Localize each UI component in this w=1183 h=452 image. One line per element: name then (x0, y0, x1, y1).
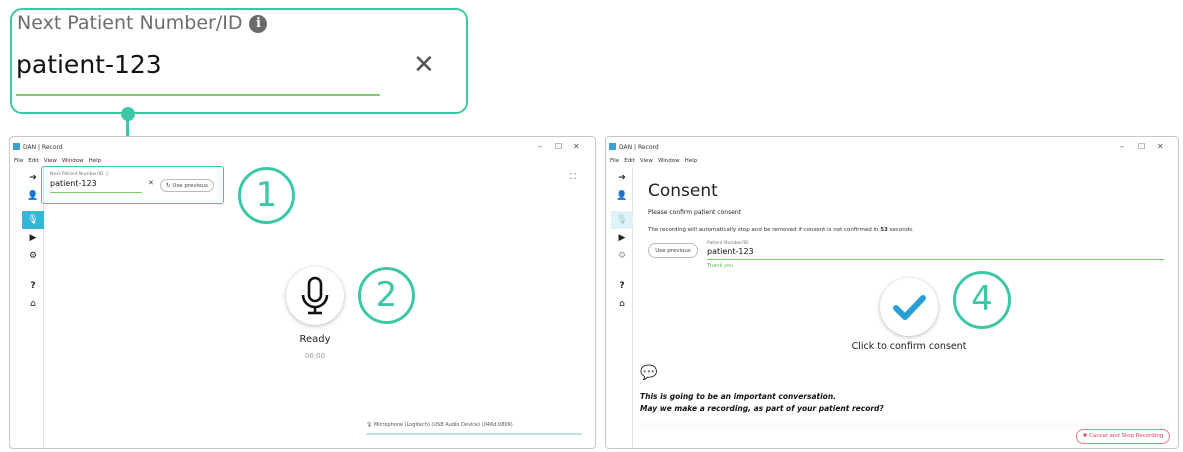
patient-field-label: Next Patient Number/ID ⓘ (50, 171, 109, 177)
window-title: DAN | Record (619, 144, 659, 151)
step-marker-2: 2 (358, 267, 415, 324)
zoom-field-label-text: Next Patient Number/ID (17, 12, 243, 34)
sidebar: ➔ 👤 🎙 ▶ ⚙ ? ⌂ (611, 167, 633, 448)
use-previous-button[interactable]: Use previous (648, 243, 698, 258)
menu-view[interactable]: View (44, 158, 57, 164)
maximize-icon[interactable]: ☐ (1138, 142, 1145, 151)
audio-level-bar (366, 433, 582, 435)
auto-stop-notice: The recording will automatically stop an… (648, 227, 914, 233)
notice-suffix: seconds. (887, 227, 914, 233)
menu-edit[interactable]: Edit (624, 158, 635, 164)
close-window-icon[interactable]: ✕ (573, 142, 580, 151)
play-icon[interactable]: ▶ (22, 229, 44, 247)
mic-small-icon: 🎙 (366, 422, 373, 428)
clear-icon[interactable]: ✕ (148, 179, 154, 187)
zoom-field-label: Next Patient Number/ID i (17, 12, 268, 34)
app-logo-icon (13, 143, 20, 150)
help-icon[interactable]: ? (611, 277, 633, 295)
microphone-icon (301, 276, 329, 315)
step-marker-1: 1 (238, 167, 295, 224)
record-window-consent: DAN | Record – ☐ ✕ File Edit View Window Hel… (605, 136, 1179, 449)
thank-you-label: Thank you (707, 263, 734, 269)
user-icon[interactable]: 👤 (611, 187, 633, 205)
close-icon[interactable]: ✕ (413, 50, 435, 80)
mic-nav-icon[interactable]: 🎙 (611, 211, 633, 229)
window-title: DAN | Record (23, 144, 63, 151)
status-label: Ready (299, 334, 331, 345)
zoom-patient-id-value[interactable]: patient-123 (16, 50, 162, 79)
patient-field-label-text: Next Patient Number/ID (50, 172, 104, 177)
mic-device-text: Microphone (Logitech) (USB Audio Device)… (373, 422, 513, 428)
app-logo-icon (609, 143, 616, 150)
menu-bar: File Edit View Window Help (610, 158, 702, 164)
record-window-ready: DAN | Record – ☐ ✕ File Edit View Window Hel… (9, 136, 596, 449)
patient-field-underline (707, 259, 1164, 260)
sidebar: ➔ 👤 🎙 ▶ ⚙ ? ⌂ (22, 167, 44, 448)
record-mic-button[interactable] (286, 267, 344, 325)
refresh-icon: ↻ (166, 183, 171, 189)
menu-window[interactable]: Window (658, 158, 680, 164)
patient-id-input[interactable]: patient-123 (707, 247, 754, 256)
info-icon[interactable]: i (249, 15, 268, 33)
minimize-icon[interactable]: – (1120, 142, 1124, 151)
countdown-seconds: 53 (880, 227, 888, 233)
zoom-field-underline (16, 94, 380, 96)
mic-nav-icon[interactable]: 🎙 (22, 211, 44, 229)
menu-help[interactable]: Help (89, 158, 102, 164)
step-marker-4: 4 (953, 271, 1011, 329)
use-previous-label: Use previous (172, 183, 208, 189)
patient-field-underline (50, 192, 142, 193)
fullscreen-icon[interactable]: ⛶ (570, 172, 576, 182)
info-icon-small[interactable]: ⓘ (105, 172, 110, 177)
title-bar: DAN | Record (10, 143, 595, 157)
menu-edit[interactable]: Edit (28, 158, 39, 164)
use-previous-button[interactable]: ↻ Use previous (160, 179, 214, 192)
maximize-icon[interactable]: ☐ (555, 142, 562, 151)
notice-prefix: The recording will automatically stop an… (648, 227, 881, 233)
minimize-icon[interactable]: – (538, 142, 542, 151)
speech-bubble-icon: 💬 (640, 365, 658, 381)
consent-script-line-1: This is going to be an important convers… (640, 392, 837, 401)
patient-field-label: Patient Number/ID (707, 241, 749, 246)
menu-file[interactable]: File (610, 158, 619, 164)
home-icon[interactable]: ⌂ (22, 295, 44, 313)
patient-id-input[interactable]: patient-123 (50, 179, 97, 188)
checkmark-icon (893, 295, 926, 320)
settings-icon[interactable]: ⚙ (22, 247, 44, 265)
timer-label: 00:00 (304, 352, 326, 360)
menu-view[interactable]: View (640, 158, 653, 164)
menu-window[interactable]: Window (62, 158, 84, 164)
consent-heading: Consent (648, 181, 718, 201)
consent-script-line-2: May we make a recording, as part of your… (640, 404, 884, 413)
menu-file[interactable]: File (14, 158, 23, 164)
close-window-icon[interactable]: ✕ (1157, 142, 1164, 151)
cancel-stop-recording-button[interactable]: ✖ Cancel and Stop Recording (1076, 429, 1170, 444)
menu-help[interactable]: Help (685, 158, 698, 164)
menu-bar: File Edit View Window Help (14, 158, 106, 164)
play-icon[interactable]: ▶ (611, 229, 633, 247)
consent-subheading: Please confirm patient consent (648, 209, 742, 216)
confirm-consent-label: Click to confirm consent (851, 341, 967, 352)
home-icon[interactable]: ⌂ (611, 295, 633, 313)
help-icon[interactable]: ? (22, 277, 44, 295)
arrow-right-icon[interactable]: ➔ (611, 169, 633, 187)
confirm-consent-button[interactable] (880, 278, 938, 336)
mic-device-label: 🎙 Microphone (Logitech) (USB Audio Devic… (366, 422, 513, 428)
settings-icon[interactable]: ⚙ (611, 247, 633, 265)
title-bar: DAN | Record (606, 143, 1178, 157)
